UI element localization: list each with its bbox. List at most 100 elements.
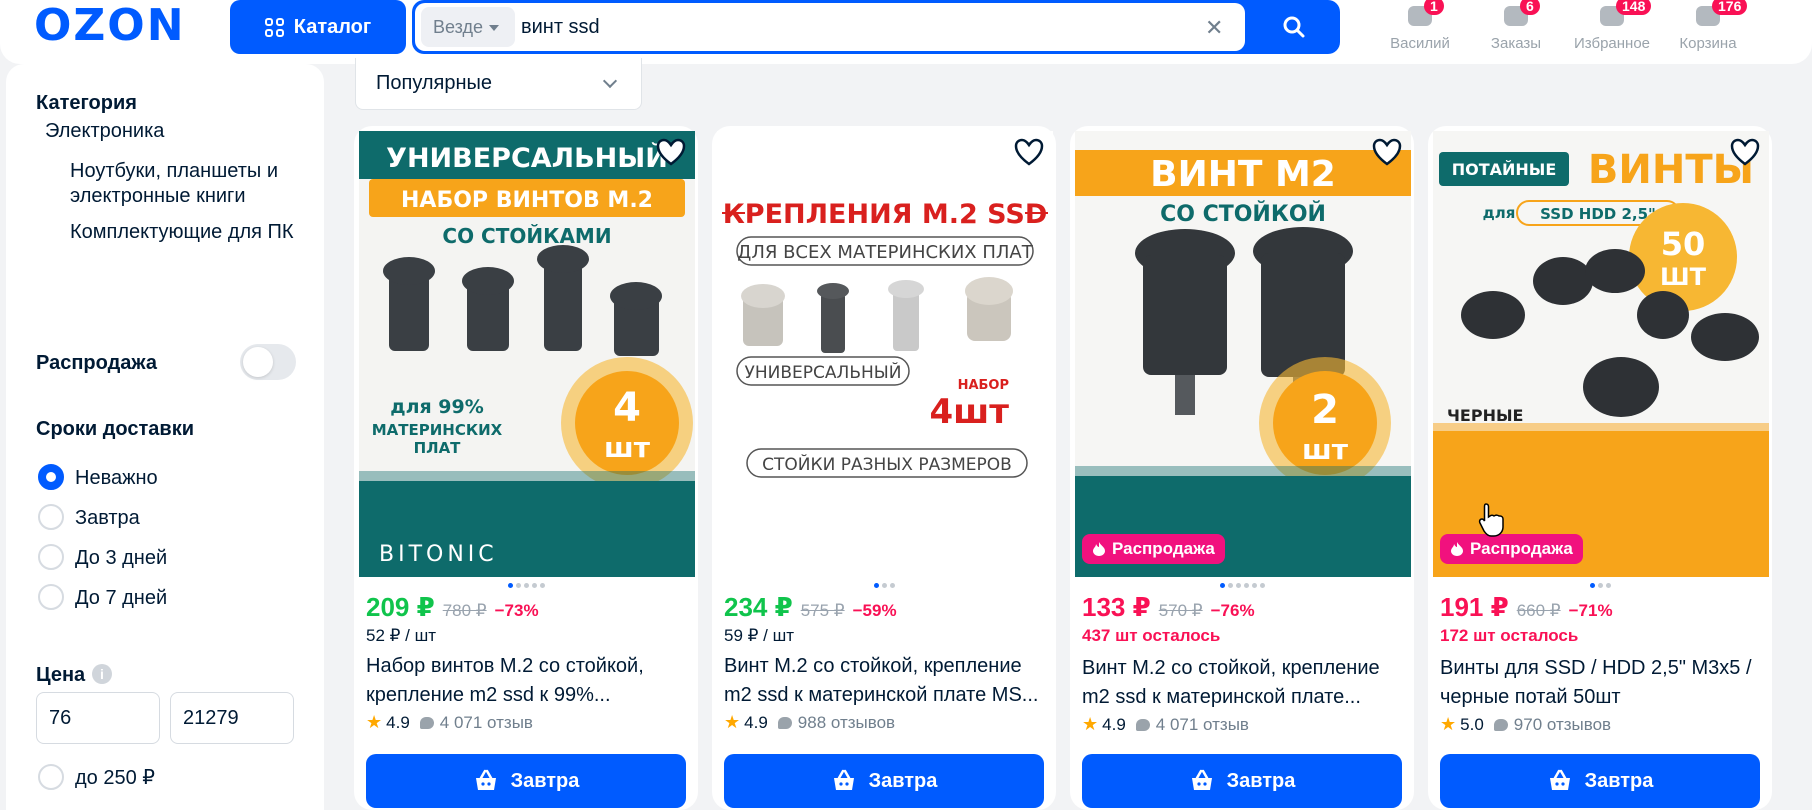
product-name[interactable]: Винты для SSD / HDD 2,5" M3x5 / черные п… [1440,654,1766,712]
favorite-heart-icon[interactable] [1014,138,1044,166]
product-price: 133 ₽ [1082,592,1151,622]
sale-toggle[interactable] [240,344,296,380]
category-root[interactable]: Электроника [45,119,164,144]
rating-value: 4.9 [1102,714,1126,734]
search-scope-select[interactable]: Везде [421,7,515,47]
nav-badge: 1 [1424,0,1444,15]
reviews-count[interactable]: 988 отзывов [798,713,895,733]
product-image[interactable]: КРЕПЛЕНИЯ M.2 SSD ДЛЯ ВСЕХ МАТЕРИНСКИХ П… [717,131,1053,577]
product-image[interactable]: ВИНТ M2 СО СТОЙКОЙ 2 шт [1075,131,1411,577]
image-text: МАТЕРИНСКИХ [372,421,503,439]
reviews-icon [777,716,792,729]
favorite-heart-icon[interactable] [1372,138,1402,166]
search-input[interactable] [521,13,1181,41]
add-to-cart-button[interactable]: Завтра [366,754,686,808]
rating-value: 5.0 [1460,714,1484,734]
add-to-cart-button[interactable]: Завтра [1082,754,1402,808]
reviews-count[interactable]: 4 071 отзыв [440,713,533,733]
sale-badge: Распродажа [1082,534,1225,564]
image-text: шт [604,431,651,464]
rating: ★ 4.9 4 071 отзыв [1082,714,1249,735]
star-icon: ★ [1082,714,1099,734]
old-price: 780 ₽ [442,601,487,620]
catalog-button[interactable]: Каталог [230,0,406,54]
image-pager [712,583,1056,588]
product-name[interactable]: Винт M.2 со стойкой, крепление m2 ssd к … [1082,654,1408,712]
image-pager [1428,583,1772,588]
image-text: 50 [1661,225,1706,263]
nav-label: Избранное [1573,35,1651,52]
category-title: Категория [36,92,137,114]
search-button[interactable] [1248,0,1340,54]
product-price: 234 ₽ [724,592,793,622]
chevron-down-icon [602,73,618,89]
discount: −73% [494,601,539,620]
ozon-logo[interactable]: OZON [34,4,186,48]
delivery-option-label: Неважно [75,467,158,489]
sort-dropdown[interactable]: Популярные [355,58,642,110]
unit-price: 52 ₽ / шт [366,626,437,645]
product-name[interactable]: Набор винтов M.2 со стойкой, крепление m… [366,652,692,710]
subcategory-item[interactable]: Комплектующие для ПК [70,220,300,245]
favorite-heart-icon[interactable] [656,138,686,166]
rating: ★ 5.0 970 отзывов [1440,714,1611,735]
clear-search-icon[interactable]: ✕ [1205,15,1223,41]
add-to-cart-button[interactable]: Завтра [1440,754,1760,808]
discount: −71% [1568,601,1613,620]
search-icon [1283,16,1305,38]
nav-cart[interactable]: 176 Корзина [1660,0,1756,52]
price-from-input[interactable]: 76 [36,692,160,744]
favorite-heart-icon[interactable] [1730,138,1760,166]
product-price: 191 ₽ [1440,592,1509,622]
image-text: ДЛЯ ВСЕХ МАТЕРИНСКИХ ПЛАТ [737,242,1033,263]
filters-sidebar: Категория Электроника Ноутбуки, планшеты… [6,64,324,810]
add-to-cart-label: Завтра [510,769,580,792]
old-price: 575 ₽ [800,601,845,620]
image-text: 4шт [930,392,1010,432]
image-text: НАБОР ВИНТОВ M.2 [401,188,653,213]
sort-label: Популярные [376,72,493,94]
image-text: УНИВЕРСАЛЬНЫЙ [386,142,668,174]
price-row: 234 ₽ 575 ₽ −59% [724,592,897,623]
delivery-radio-7days[interactable] [38,584,64,610]
product-card[interactable]: УНИВЕРСАЛЬНЫЙ НАБОР ВИНТОВ M.2 СО СТОЙКА… [354,126,698,810]
reviews-count[interactable]: 970 отзывов [1514,715,1611,735]
image-text: СО СТОЙКАМИ [442,224,611,248]
subcategory-item[interactable]: Ноутбуки, планшеты и электронные книги [70,159,300,209]
nav-orders[interactable]: 6 Заказы [1468,0,1564,52]
product-card[interactable]: КРЕПЛЕНИЯ M.2 SSD ДЛЯ ВСЕХ МАТЕРИНСКИХ П… [712,126,1056,810]
image-text: ПЛАТ [414,439,462,457]
reviews-count[interactable]: 4 071 отзыв [1156,715,1249,735]
fire-icon [1451,542,1463,556]
delivery-title: Сроки доставки [36,418,195,440]
cart-icon [833,769,854,790]
product-card[interactable]: ПОТАЙНЫЕ ВИНТЫ для SSD HDD 2,5" 50 ШТ ЧЕ… [1428,126,1772,810]
chevron-down-icon [489,25,499,31]
add-to-cart-button[interactable]: Завтра [724,754,1044,808]
add-to-cart-label: Завтра [868,769,938,792]
image-text: СТОЙКИ РАЗНЫХ РАЗМЕРОВ [762,453,1012,475]
image-text: СО СТОЙКОЙ [1160,201,1326,227]
nav-favorites[interactable]: 148 Избранное [1564,0,1660,52]
image-text: УНИВЕРСАЛЬНЫЙ [745,361,902,383]
rating-value: 4.9 [744,712,768,732]
nav-profile[interactable]: 1 Василий [1372,0,1468,52]
delivery-radio-tomorrow[interactable] [38,504,64,530]
search-bar: Везде ✕ [412,0,1340,54]
delivery-radio-any[interactable] [38,464,64,490]
product-name[interactable]: Винт M.2 со стойкой, крепление m2 ssd к … [724,652,1050,710]
delivery-option-label: До 3 дней [75,547,168,569]
nav-badge: 176 [1712,0,1748,15]
discount: −76% [1210,601,1255,620]
delivery-radio-3days[interactable] [38,544,64,570]
price-to-input[interactable]: 21279 [170,692,294,744]
product-card[interactable]: ВИНТ M2 СО СТОЙКОЙ 2 шт Распродажа 133 ₽… [1070,126,1414,810]
price-radio-250[interactable] [38,764,64,790]
price-option-label: до 250 ₽ [75,767,155,789]
hand-cursor-icon [1478,503,1504,537]
image-text: для 99% [390,396,484,418]
info-icon[interactable]: i [92,664,112,684]
sale-filter-label: Распродажа [36,352,157,374]
add-to-cart-label: Завтра [1226,769,1296,792]
product-image[interactable]: УНИВЕРСАЛЬНЫЙ НАБОР ВИНТОВ M.2 СО СТОЙКА… [359,131,695,577]
